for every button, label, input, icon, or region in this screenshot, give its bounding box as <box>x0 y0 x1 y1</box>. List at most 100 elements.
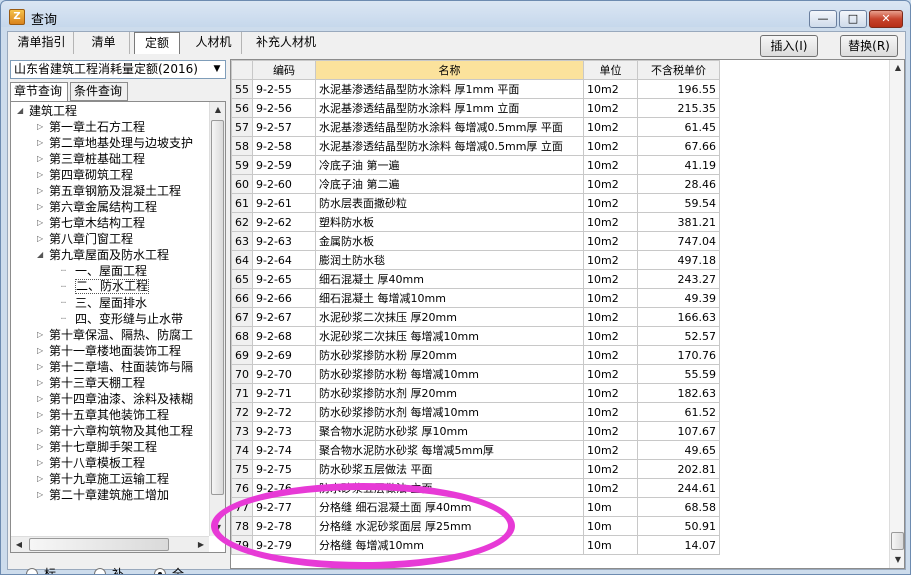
row-number-cell[interactable]: 76 <box>231 478 253 498</box>
code-cell[interactable]: 9-2-62 <box>252 212 316 232</box>
price-cell[interactable]: 28.46 <box>637 174 720 194</box>
tree-collapse-icon[interactable]: ◢ <box>17 103 26 119</box>
price-cell[interactable]: 49.39 <box>637 288 720 308</box>
unit-cell[interactable]: 10m2 <box>583 269 638 289</box>
tree-expand-icon[interactable]: ▷ <box>37 375 46 391</box>
tab-supplementary-lmm[interactable]: 补充人材机 <box>246 32 326 54</box>
name-cell[interactable]: 水泥基渗透结晶型防水涂料 每增减0.5mm厚 平面 <box>315 117 584 137</box>
row-number-cell[interactable]: 75 <box>231 459 253 479</box>
tree-expand-icon[interactable]: ▷ <box>37 199 46 215</box>
price-cell[interactable]: 107.67 <box>637 421 720 441</box>
table-row[interactable]: 69 9-2-69 防水砂浆掺防水粉 厚20mm 10m2 170.76 <box>231 345 720 365</box>
code-cell[interactable]: 9-2-67 <box>252 307 316 327</box>
chevron-down-icon[interactable]: ▼ <box>209 61 225 78</box>
table-row[interactable]: 79 9-2-79 分格缝 每增减10mm 10m 14.07 <box>231 535 720 555</box>
row-number-cell[interactable]: 74 <box>231 440 253 460</box>
row-number-cell[interactable]: 68 <box>231 326 253 346</box>
code-cell[interactable]: 9-2-56 <box>252 98 316 118</box>
table-row[interactable]: 66 9-2-66 细石混凝土 每增减10mm 10m2 49.39 <box>231 288 720 308</box>
code-cell[interactable]: 9-2-60 <box>252 174 316 194</box>
table-row[interactable]: 57 9-2-57 水泥基渗透结晶型防水涂料 每增减0.5mm厚 平面 10m2 61.… <box>231 117 720 137</box>
row-number-cell[interactable]: 70 <box>231 364 253 384</box>
tree-vertical-scrollbar[interactable]: ▲ ▼ <box>209 102 225 536</box>
radio-standard-circle[interactable] <box>26 568 38 574</box>
row-number-cell[interactable]: 72 <box>231 402 253 422</box>
unit-cell[interactable]: 10m2 <box>583 193 638 213</box>
table-row[interactable]: 61 9-2-61 防水层表面撒砂粒 10m2 59.54 <box>231 193 720 213</box>
price-cell[interactable]: 55.59 <box>637 364 720 384</box>
row-number-cell[interactable]: 62 <box>231 212 253 232</box>
row-number-cell[interactable]: 56 <box>231 98 253 118</box>
name-cell[interactable]: 冷底子油 第二遍 <box>315 174 584 194</box>
table-row[interactable]: 59 9-2-59 冷底子油 第一遍 10m2 41.19 <box>231 155 720 175</box>
price-cell[interactable]: 381.21 <box>637 212 720 232</box>
table-row[interactable]: 71 9-2-71 防水砂浆掺防水剂 厚20mm 10m2 182.63 <box>231 383 720 403</box>
tree-collapse-icon[interactable]: ◢ <box>37 247 46 263</box>
name-cell[interactable]: 分格缝 水泥砂浆面层 厚25mm <box>315 516 584 536</box>
code-cell[interactable]: 9-2-59 <box>252 155 316 175</box>
name-cell[interactable]: 防水砂浆掺防水剂 厚20mm <box>315 383 584 403</box>
price-cell[interactable]: 61.45 <box>637 117 720 137</box>
unit-cell[interactable]: 10m2 <box>583 212 638 232</box>
row-number-cell[interactable]: 79 <box>231 535 253 555</box>
price-cell[interactable]: 52.57 <box>637 326 720 346</box>
tab-quota[interactable]: 定额 <box>134 32 180 54</box>
table-row[interactable]: 73 9-2-73 聚合物水泥防水砂浆 厚10mm 10m2 107.67 <box>231 421 720 441</box>
tree-expand-icon[interactable]: ▷ <box>37 391 46 407</box>
name-cell[interactable]: 水泥基渗透结晶型防水涂料 厚1mm 平面 <box>315 79 584 99</box>
tree-hscroll-thumb[interactable] <box>29 538 169 551</box>
row-number-cell[interactable]: 71 <box>231 383 253 403</box>
tree-scroll-thumb[interactable] <box>211 120 224 495</box>
table-row[interactable]: 75 9-2-75 防水砂浆五层做法 平面 10m2 202.81 <box>231 459 720 479</box>
tree-expand-icon[interactable]: ▷ <box>37 423 46 439</box>
scroll-right-arrow-icon[interactable]: ▶ <box>193 537 209 552</box>
unit-cell[interactable]: 10m2 <box>583 421 638 441</box>
name-cell[interactable]: 分格缝 细石混凝土面 厚40mm <box>315 497 584 517</box>
price-cell[interactable]: 202.81 <box>637 459 720 479</box>
tab-labor-material-machine[interactable]: 人材机 <box>186 32 242 54</box>
name-cell[interactable]: 防水砂浆掺防水粉 每增减10mm <box>315 364 584 384</box>
tree-expand-icon[interactable]: ▷ <box>37 343 46 359</box>
unit-cell[interactable]: 10m2 <box>583 345 638 365</box>
tab-bill[interactable]: 清单 <box>78 32 130 54</box>
tree-expand-icon[interactable]: ▷ <box>37 231 46 247</box>
subtab-chapter-query[interactable]: 章节查询 <box>10 82 68 102</box>
name-cell[interactable]: 冷底子油 第一遍 <box>315 155 584 175</box>
name-cell[interactable]: 水泥基渗透结晶型防水涂料 每增减0.5mm厚 立面 <box>315 136 584 156</box>
price-cell[interactable]: 68.58 <box>637 497 720 517</box>
name-cell[interactable]: 防水砂浆五层做法 平面 <box>315 459 584 479</box>
table-row[interactable]: 60 9-2-60 冷底子油 第二遍 10m2 28.46 <box>231 174 720 194</box>
code-cell[interactable]: 9-2-73 <box>252 421 316 441</box>
row-number-cell[interactable]: 78 <box>231 516 253 536</box>
row-number-cell[interactable]: 63 <box>231 231 253 251</box>
header-name[interactable]: 名称 <box>315 60 584 80</box>
name-cell[interactable]: 聚合物水泥防水砂浆 厚10mm <box>315 421 584 441</box>
unit-cell[interactable]: 10m2 <box>583 174 638 194</box>
unit-cell[interactable]: 10m <box>583 535 638 555</box>
row-number-cell[interactable]: 65 <box>231 269 253 289</box>
price-cell[interactable]: 49.65 <box>637 440 720 460</box>
name-cell[interactable]: 细石混凝土 厚40mm <box>315 269 584 289</box>
row-number-cell[interactable]: 58 <box>231 136 253 156</box>
price-cell[interactable]: 196.55 <box>637 79 720 99</box>
row-number-cell[interactable]: 55 <box>231 79 253 99</box>
name-cell[interactable]: 细石混凝土 每增减10mm <box>315 288 584 308</box>
quota-library-select[interactable]: 山东省建筑工程消耗量定额(2016) ▼ <box>10 60 226 79</box>
code-cell[interactable]: 9-2-63 <box>252 231 316 251</box>
grid-scroll-thumb[interactable] <box>891 532 904 550</box>
table-row[interactable]: 74 9-2-74 聚合物水泥防水砂浆 每增减5mm厚 10m2 49.65 <box>231 440 720 460</box>
price-cell[interactable]: 182.63 <box>637 383 720 403</box>
row-number-cell[interactable]: 69 <box>231 345 253 365</box>
header-price[interactable]: 不含税单价 <box>637 60 720 80</box>
header-unit[interactable]: 单位 <box>583 60 638 80</box>
tree-expand-icon[interactable]: ▷ <box>37 167 46 183</box>
code-cell[interactable]: 9-2-68 <box>252 326 316 346</box>
unit-cell[interactable]: 10m <box>583 497 638 517</box>
code-cell[interactable]: 9-2-70 <box>252 364 316 384</box>
name-cell[interactable]: 水泥基渗透结晶型防水涂料 厚1mm 立面 <box>315 98 584 118</box>
price-cell[interactable]: 14.07 <box>637 535 720 555</box>
name-cell[interactable]: 水泥砂浆二次抹压 每增减10mm <box>315 326 584 346</box>
unit-cell[interactable]: 10m2 <box>583 231 638 251</box>
tree-expand-icon[interactable]: ▷ <box>37 439 46 455</box>
unit-cell[interactable]: 10m2 <box>583 383 638 403</box>
